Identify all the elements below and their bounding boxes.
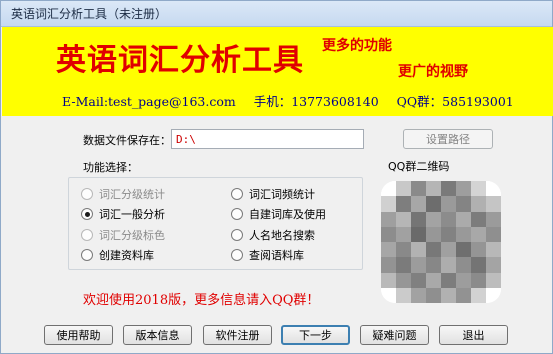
banner-title: 英语词汇分析工具 bbox=[56, 43, 304, 78]
save-path-field[interactable]: D:\ bbox=[171, 129, 364, 149]
main-window: 英语词汇分析工具（未注册） 英语词汇分析工具 更多的功能 更广的视野 E-Mai… bbox=[0, 0, 553, 354]
radio-create-database[interactable]: 创建资料库 bbox=[81, 247, 154, 263]
banner-slogan-1: 更多的功能 bbox=[322, 38, 392, 54]
set-path-button[interactable]: 设置路径 bbox=[403, 129, 493, 149]
radio-label: 查阅语料库 bbox=[249, 249, 304, 262]
banner: 英语词汇分析工具 更多的功能 更广的视野 E-Mail:test_page@16… bbox=[2, 27, 553, 116]
contact-email: E-Mail:test_page@163.com bbox=[62, 94, 236, 109]
radio-label: 词汇分级标色 bbox=[99, 229, 165, 242]
welcome-message: 欢迎使用2018版，更多信息请入QQ群！ bbox=[83, 293, 320, 308]
radio-vocab-level-stats[interactable]: 词汇分级统计 bbox=[81, 186, 165, 202]
banner-slogan-2: 更广的视野 bbox=[398, 64, 468, 80]
next-step-button[interactable]: 下一步 bbox=[281, 325, 350, 345]
function-select-label: 功能选择： bbox=[83, 161, 138, 174]
qr-code-image bbox=[381, 181, 501, 303]
save-path-label: 数据文件保存在： bbox=[83, 134, 171, 147]
contact-info: E-Mail:test_page@163.com 手机：13773608140 … bbox=[62, 91, 528, 110]
radio-circle-icon bbox=[81, 229, 93, 241]
contact-phone: 手机：13773608140 bbox=[253, 94, 379, 109]
version-info-button[interactable]: 版本信息 bbox=[123, 325, 192, 345]
help-button[interactable]: 使用帮助 bbox=[44, 325, 113, 345]
radio-circle-icon bbox=[231, 208, 243, 220]
radio-circle-icon bbox=[231, 188, 243, 200]
radio-label: 词汇分级统计 bbox=[99, 188, 165, 201]
register-button[interactable]: 软件注册 bbox=[203, 325, 272, 345]
radio-circle-icon bbox=[81, 249, 93, 261]
radio-checked-icon bbox=[81, 208, 93, 220]
qr-code-label: QQ群二维码 bbox=[388, 160, 450, 173]
radio-vocab-level-color[interactable]: 词汇分级标色 bbox=[81, 227, 165, 243]
contact-qq-group: QQ群：585193001 bbox=[396, 94, 514, 109]
title-bar[interactable]: 英语词汇分析工具（未注册） bbox=[1, 1, 552, 27]
radio-circle-icon bbox=[231, 249, 243, 261]
radio-label: 词汇一般分析 bbox=[99, 208, 165, 221]
radio-label: 创建资料库 bbox=[99, 249, 154, 262]
radio-vocab-freq-stats[interactable]: 词汇词频统计 bbox=[231, 186, 315, 202]
radio-circle-icon bbox=[231, 229, 243, 241]
radio-vocab-general-analysis[interactable]: 词汇一般分析 bbox=[81, 206, 165, 222]
radio-circle-icon bbox=[81, 188, 93, 200]
radio-name-place-search[interactable]: 人名地名搜索 bbox=[231, 227, 315, 243]
radio-custom-wordbank[interactable]: 自建词库及使用 bbox=[231, 206, 326, 222]
faq-button[interactable]: 疑难问题 bbox=[360, 325, 429, 345]
window-title: 英语词汇分析工具（未注册） bbox=[11, 7, 168, 21]
exit-button[interactable]: 退出 bbox=[439, 325, 508, 345]
radio-label: 词汇词频统计 bbox=[249, 188, 315, 201]
radio-label: 自建词库及使用 bbox=[249, 208, 326, 221]
radio-browse-corpus[interactable]: 查阅语料库 bbox=[231, 247, 304, 263]
radio-label: 人名地名搜索 bbox=[249, 229, 315, 242]
